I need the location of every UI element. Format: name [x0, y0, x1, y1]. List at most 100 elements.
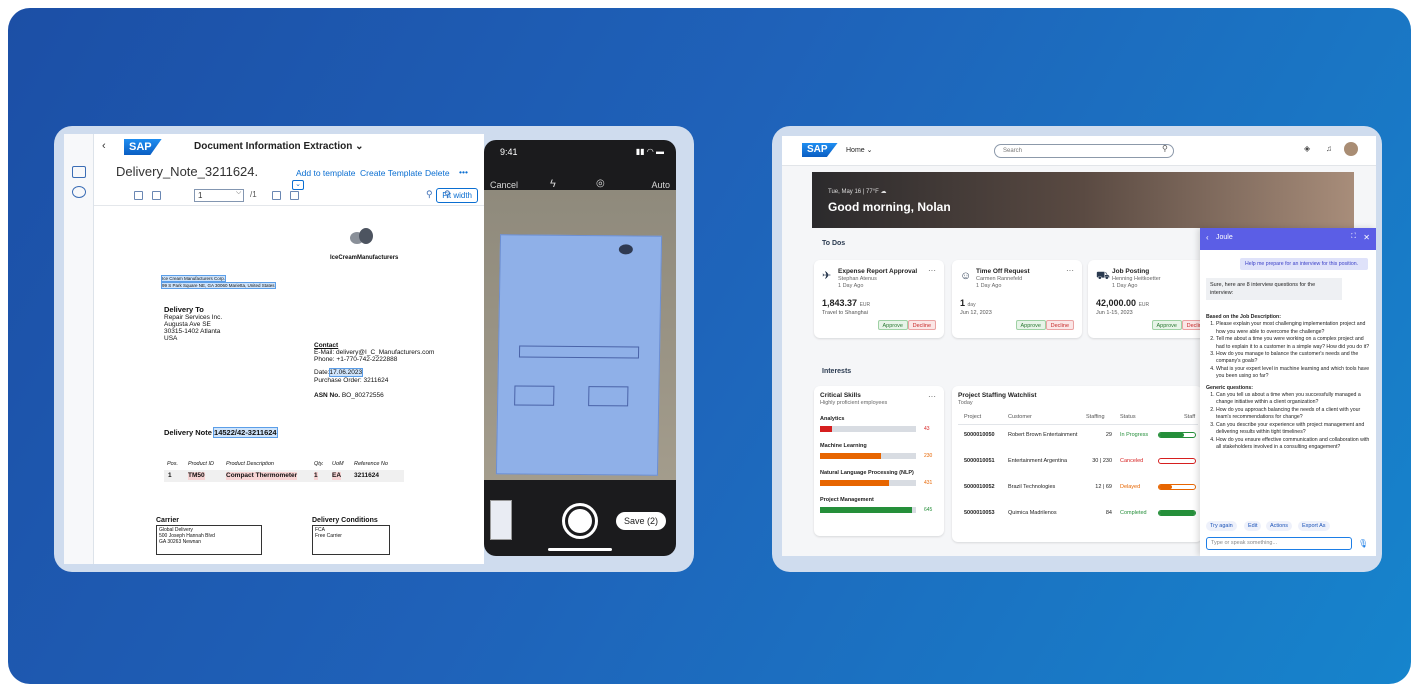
delivery-note-field: Delivery Note 14522/42-3211624 [164, 427, 278, 438]
todo-detail: Jun 1-15, 2023 [1096, 310, 1133, 316]
joule-icon[interactable]: ◈ [1304, 144, 1310, 153]
project-id[interactable]: 5000010051 [964, 458, 995, 465]
staffing-watchlist-card[interactable]: Project Staffing Watchlist Today Project… [952, 386, 1202, 542]
status-text: Canceled [1120, 458, 1144, 464]
hero-banner: ‹ SAP Document Information Extraction ⌄ … [8, 8, 1411, 684]
question-item: How do you manage to balance the custome… [1216, 351, 1372, 366]
column-header: Project [964, 414, 982, 420]
try-again-button[interactable]: Try again [1206, 521, 1237, 531]
column-header: Staffing [1086, 414, 1105, 420]
row-pos: 1 [168, 472, 172, 479]
sender-address-field[interactable]: 99 S Park Square NE, GA 30060 Marietta, … [161, 282, 276, 289]
todo-person: Henning Heitkoetter [1112, 276, 1161, 282]
home-menu[interactable]: Home ⌄ [846, 146, 873, 154]
delivery-note-value[interactable]: 14522/42-3211624 [213, 427, 278, 438]
cloud-icon: ☁ [880, 189, 887, 195]
page-total: /1 [250, 190, 257, 199]
approve-button[interactable]: Approve [877, 320, 908, 330]
more-icon[interactable]: ••• [459, 167, 468, 177]
carrier-box: Global Delivery 500 Joseph Hannah Blvd G… [156, 525, 262, 555]
scan-thumbnail[interactable] [490, 500, 512, 540]
approve-button[interactable]: Approve [1151, 320, 1182, 330]
column-header: Customer [1008, 414, 1032, 420]
question-item: Can you tell us about a time when you su… [1216, 392, 1372, 407]
delete-link[interactable]: Delete [425, 168, 450, 178]
todo-card[interactable]: ☺ Time Off Request Carmen Rannefeld 1 Da… [952, 260, 1082, 338]
customer-name: Robert Brown Entertainment [1008, 432, 1078, 438]
search-input[interactable]: Search [994, 144, 1174, 158]
staffing-value: 12 | 69 [1095, 484, 1112, 490]
project-id[interactable]: 5000010050 [964, 432, 995, 439]
chat-input[interactable]: Type or speak something... [1206, 537, 1352, 550]
expand-icon[interactable]: ⛶ [1351, 233, 1356, 241]
bell-icon[interactable]: ♫ [1326, 144, 1332, 153]
avatar[interactable] [1344, 142, 1358, 156]
company-logo [348, 228, 376, 248]
todo-amount: 1 day [960, 298, 976, 308]
more-icon[interactable]: ··· [928, 266, 936, 275]
date-value[interactable]: 17.06.2023 [328, 368, 364, 377]
row-qty[interactable]: 1 [314, 472, 318, 480]
next-page-icon[interactable] [290, 191, 299, 200]
todo-card[interactable]: ⛟ Job Posting Henning Heitkoetter 1 Day … [1088, 260, 1218, 338]
shutter-button[interactable] [562, 503, 598, 539]
company-name: IceCreamManufacturers [330, 255, 399, 261]
question-item: Please explain your most challenging imp… [1216, 321, 1372, 336]
column-header: Staff [1184, 414, 1196, 420]
document-preview: IceCreamManufacturers Ice Cream Manufact… [122, 214, 480, 564]
flash-icon[interactable]: ϟ [550, 178, 556, 190]
staffing-progress [1158, 484, 1196, 490]
prev-page-icon[interactable] [272, 191, 281, 200]
sender-name-field[interactable]: Ice Cream Manufacturers Corp. [160, 275, 227, 282]
microphone-icon[interactable]: 🎙 [1358, 539, 1368, 549]
rotate-right-icon[interactable] [152, 191, 161, 200]
row-uom[interactable]: EA [332, 472, 342, 480]
more-icon[interactable]: ··· [928, 392, 936, 401]
more-icon[interactable]: ··· [1066, 266, 1074, 275]
back-icon[interactable]: ‹ [1206, 233, 1209, 242]
search-icon[interactable]: ⚲ [1162, 144, 1168, 153]
skill-bar-fill [820, 480, 889, 486]
customer-name: Brazil Technologies [1008, 484, 1056, 490]
column-header: Product ID [188, 461, 214, 467]
todo-time: 1 Day Ago [838, 283, 864, 289]
decline-button[interactable]: Decline [1045, 320, 1074, 330]
todo-time: 1 Day Ago [976, 283, 1002, 289]
delivery-to-heading: Delivery To [164, 305, 204, 314]
auto-button[interactable]: Auto [651, 180, 670, 190]
section-heading: Generic questions: [1206, 384, 1253, 391]
zoom-out-icon[interactable]: ⚲ [426, 189, 433, 200]
cancel-button[interactable]: Cancel [490, 180, 518, 190]
rotate-left-icon[interactable] [134, 191, 143, 200]
row-product-id[interactable]: TM50 [188, 472, 205, 480]
todo-title: Job Posting [1112, 268, 1150, 275]
save-button[interactable]: Save (2) [615, 512, 666, 530]
actions-button[interactable]: Actions [1266, 521, 1293, 531]
export-as-button[interactable]: Export As [1298, 521, 1330, 531]
carrier-heading: Carrier [156, 517, 179, 524]
schema-icon[interactable] [72, 186, 86, 198]
add-to-template-link[interactable]: Add to template [296, 168, 356, 178]
edit-button[interactable]: Edit [1244, 521, 1262, 531]
progress-fill [1159, 511, 1195, 515]
critical-skills-card[interactable]: Critical Skills Highly proficient employ… [814, 386, 944, 536]
close-icon[interactable]: ✕ [1363, 233, 1370, 242]
section-heading: Based on the Job Description: [1206, 314, 1281, 320]
launchpad-app: SAP Home ⌄ Search ⚲ ◈ ♫ Tue, May 16 | 77… [782, 136, 1376, 556]
contact-phone: Phone: +1-770-742-2222888 [314, 356, 398, 363]
card-subtitle: Today [958, 400, 973, 406]
greeting: Good morning, Nolan [828, 200, 951, 214]
row-description[interactable]: Compact Thermometer [226, 472, 298, 480]
back-icon[interactable]: ‹ [102, 140, 106, 152]
decline-button[interactable]: Decline [907, 320, 936, 330]
create-template-link[interactable]: Create Template [360, 168, 422, 178]
approve-button[interactable]: Approve [1015, 320, 1046, 330]
app-title[interactable]: Document Information Extraction ⌄ [194, 141, 364, 152]
todo-card[interactable]: ✈ Expense Report Approval Stephan Atenus… [814, 260, 944, 338]
fit-width-button[interactable]: Fit width [436, 188, 478, 203]
page-dropdown-icon[interactable]: ⌵ [236, 189, 241, 197]
filter-icon[interactable]: ◎ [596, 178, 605, 189]
project-id[interactable]: 5000010053 [964, 510, 995, 517]
documents-icon[interactable] [72, 166, 86, 178]
project-id[interactable]: 5000010052 [964, 484, 995, 491]
